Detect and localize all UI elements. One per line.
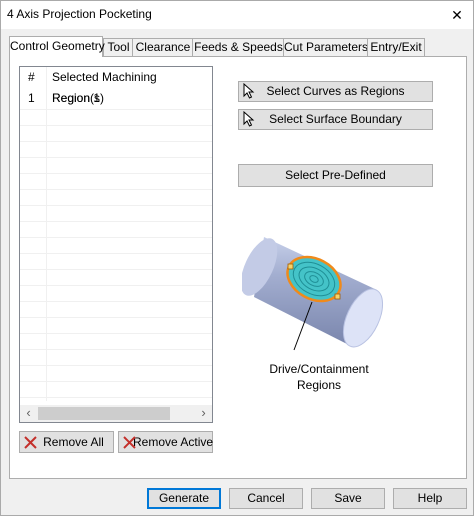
cylinder-illustration <box>240 227 402 352</box>
arrow-cursor-icon <box>243 82 255 105</box>
list-header: # Selected Machining Region(s) <box>20 67 212 105</box>
remove-all-button[interactable]: Remove All <box>19 431 114 453</box>
dialog-window: 4 Axis Projection Pocketing ✕ Control Ge… <box>0 0 474 516</box>
header-num: # <box>28 70 35 84</box>
scroll-left-icon[interactable]: ‹ <box>20 405 37 422</box>
tab-feeds-speeds[interactable]: Feeds & Speeds <box>192 38 285 56</box>
scroll-right-icon[interactable]: › <box>195 405 212 422</box>
tab-control-geometry[interactable]: Control Geometry <box>9 36 105 57</box>
row-divider <box>20 317 212 318</box>
list-item[interactable]: 1 Region 1 <box>20 88 212 109</box>
remove-all-label: Remove All <box>43 435 104 449</box>
row-divider <box>20 157 212 158</box>
row-region: Region 1 <box>52 91 101 105</box>
help-button[interactable]: Help <box>393 488 467 509</box>
row-divider <box>20 189 212 190</box>
generate-button[interactable]: Generate <box>147 488 221 509</box>
row-divider <box>20 269 212 270</box>
close-icon[interactable]: ✕ <box>441 1 473 29</box>
arrow-cursor-icon <box>243 110 255 133</box>
select-curves-label: Select Curves as Regions <box>266 84 405 98</box>
title-bar: 4 Axis Projection Pocketing ✕ <box>1 1 473 29</box>
row-divider <box>20 221 212 222</box>
caption-line-2: Regions <box>296 378 342 392</box>
row-divider <box>20 285 212 286</box>
window-title: 4 Axis Projection Pocketing <box>7 7 152 21</box>
tab-panel-control-geometry: # Selected Machining Region(s) 1 Region … <box>9 56 467 479</box>
row-divider <box>20 381 212 382</box>
red-x-icon <box>123 435 136 455</box>
row-divider <box>20 125 212 126</box>
row-divider <box>20 365 212 366</box>
row-divider <box>20 205 212 206</box>
row-divider <box>20 237 212 238</box>
row-divider <box>20 301 212 302</box>
row-divider <box>20 349 212 350</box>
row-divider <box>20 253 212 254</box>
select-surface-label: Select Surface Boundary <box>269 112 402 126</box>
save-button[interactable]: Save <box>311 488 385 509</box>
tab-cut-parameters[interactable]: Cut Parameters <box>283 38 369 56</box>
cancel-button[interactable]: Cancel <box>229 488 303 509</box>
tab-tool[interactable]: Tool <box>103 38 134 56</box>
row-divider <box>20 141 212 142</box>
row-divider <box>20 333 212 334</box>
row-divider <box>20 173 212 174</box>
remove-active-button[interactable]: Remove Active <box>118 431 213 453</box>
row-divider <box>20 397 212 398</box>
select-surface-boundary-button[interactable]: Select Surface Boundary <box>238 109 433 130</box>
tab-entry-exit[interactable]: Entry/Exit <box>367 38 425 56</box>
illustration-caption: Drive/Containment Regions <box>250 361 388 393</box>
row-num: 1 <box>28 91 35 105</box>
tab-clearance[interactable]: Clearance <box>132 38 194 56</box>
select-curves-button[interactable]: Select Curves as Regions <box>238 81 433 102</box>
horizontal-scrollbar[interactable]: ‹ › <box>20 405 212 422</box>
caption-line-1: Drive/Containment <box>269 362 369 376</box>
row-divider <box>20 109 212 110</box>
scroll-thumb[interactable] <box>38 407 170 420</box>
regions-list[interactable]: # Selected Machining Region(s) 1 Region … <box>19 66 213 423</box>
select-predefined-button[interactable]: Select Pre-Defined <box>238 164 433 187</box>
red-x-icon <box>24 435 37 455</box>
column-divider <box>46 67 47 401</box>
